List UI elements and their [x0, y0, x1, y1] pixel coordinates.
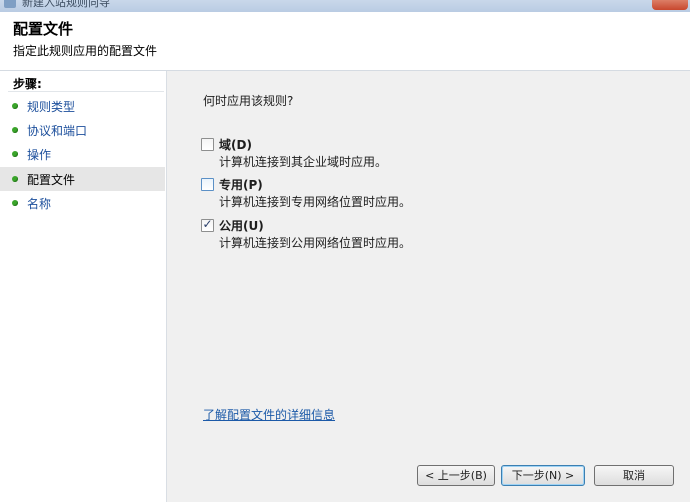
firewall-app-icon — [4, 0, 16, 8]
window-titlebar: 新建入站规则向导 — [0, 0, 690, 12]
step-rule-type[interactable]: 规则类型 — [0, 94, 165, 118]
option-description: 计算机连接到其企业域时应用。 — [219, 155, 388, 169]
question-text: 何时应用该规则? — [203, 94, 294, 108]
step-name[interactable]: 名称 — [0, 191, 165, 215]
domain-checkbox[interactable] — [201, 138, 214, 151]
steps-sidebar: 步骤: 规则类型 协议和端口 操作 配置文件 名称 — [0, 71, 167, 502]
step-dot-icon — [12, 200, 18, 206]
steps-divider — [8, 91, 164, 92]
option-public[interactable]: ✓ 公用(U) 计算机连接到公用网络位置时应用。 — [201, 217, 661, 253]
public-checkbox[interactable]: ✓ — [201, 217, 214, 232]
step-dot-icon — [12, 151, 18, 157]
option-private[interactable]: 专用(P) 计算机连接到专用网络位置时应用。 — [201, 176, 661, 212]
page-title: 配置文件 — [13, 20, 74, 38]
step-dot-icon — [12, 176, 18, 182]
window-title: 新建入站规则向导 — [22, 0, 110, 9]
option-label: 域(D) — [219, 138, 252, 152]
wizard-header: 配置文件 指定此规则应用的配置文件 — [0, 12, 690, 71]
option-label: 公用(U) — [219, 219, 264, 233]
checkbox-check-icon — [202, 176, 213, 187]
cancel-button[interactable]: 取消 — [594, 465, 674, 486]
steps-title: 步骤: — [13, 77, 42, 91]
step-profile[interactable]: 配置文件 — [0, 167, 165, 191]
step-protocol-port[interactable]: 协议和端口 — [0, 118, 165, 142]
next-button[interactable]: 下一步(N) > — [501, 465, 585, 486]
option-description: 计算机连接到专用网络位置时应用。 — [219, 195, 412, 209]
learn-more-link[interactable]: 了解配置文件的详细信息 — [203, 406, 335, 423]
option-description: 计算机连接到公用网络位置时应用。 — [219, 236, 412, 250]
step-label: 规则类型 — [27, 100, 76, 114]
step-dot-icon — [12, 103, 18, 109]
back-button[interactable]: < 上一步(B) — [417, 465, 495, 486]
page-subtitle: 指定此规则应用的配置文件 — [13, 44, 158, 58]
option-label: 专用(P) — [219, 178, 263, 192]
step-label: 协议和端口 — [27, 124, 88, 138]
checkbox-check-icon — [202, 136, 213, 147]
option-domain[interactable]: 域(D) 计算机连接到其企业域时应用。 — [201, 136, 661, 172]
step-label: 配置文件 — [27, 173, 76, 187]
window-close-button[interactable] — [652, 0, 688, 10]
step-dot-icon — [12, 127, 18, 133]
private-checkbox[interactable] — [201, 178, 214, 191]
step-action[interactable]: 操作 — [0, 142, 165, 166]
step-label: 操作 — [27, 148, 52, 162]
wizard-content: 何时应用该规则? 域(D) 计算机连接到其企业域时应用。 专用(P) 计算机连接… — [167, 71, 690, 502]
step-label: 名称 — [27, 197, 52, 211]
checkbox-check-icon: ✓ — [202, 217, 213, 231]
